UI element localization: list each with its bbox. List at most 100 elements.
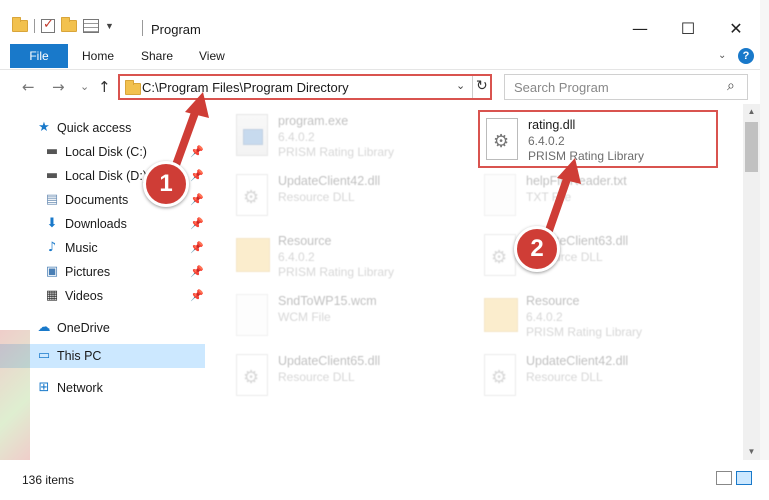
file-item-updateclient63-dll[interactable]: UpdateClient63.dll Resource DLL (478, 228, 718, 286)
file-name: program.exe (278, 114, 349, 128)
sidebar-item-onedrive[interactable]: ☁ OneDrive (0, 316, 205, 340)
sidebar-item-label: OneDrive (57, 321, 110, 335)
pin-icon[interactable]: 📌 (190, 169, 204, 182)
drive-icon: ▬ (45, 144, 59, 159)
forward-arrow-icon[interactable]: → (52, 78, 65, 96)
recent-locations-chevron-icon[interactable]: ⌄ (80, 80, 89, 93)
help-icon[interactable]: ? (738, 48, 754, 64)
address-bar[interactable]: C:\Program Files\Program Directory ⌄ ↻ (118, 74, 492, 100)
tab-view[interactable]: View (199, 49, 225, 63)
file-item-rating-dll[interactable]: rating.dll 6.4.0.2 PRISM Rating Library (478, 110, 718, 168)
customize-toolbar-chevron-down-icon[interactable]: ▼ (105, 21, 114, 31)
file-item-program-exe[interactable]: program.exe 6.4.0.2 PRISM Rating Library (230, 108, 470, 166)
status-bar: 136 items (0, 460, 769, 500)
properties-list-icon[interactable] (83, 19, 99, 33)
sidebar-item-local-disk-c[interactable]: ▬ Local Disk (C:) 📌 (0, 140, 205, 164)
pin-icon[interactable]: 📌 (190, 217, 204, 230)
file-version: 6.4.0.2 (528, 134, 565, 148)
sidebar-item-label: Downloads (65, 217, 127, 231)
back-arrow-icon[interactable]: ← (22, 78, 35, 96)
refresh-icon[interactable]: ↻ (476, 78, 488, 94)
address-path[interactable]: C:\Program Files\Program Directory (142, 80, 349, 95)
file-name: UpdateClient42.dll (278, 174, 381, 188)
pin-icon[interactable]: 📌 (190, 145, 204, 158)
large-icons-view-icon[interactable] (736, 471, 752, 485)
file-item-updateclient42-dll-2[interactable]: UpdateClient42.dll Resource DLL (478, 348, 718, 406)
file-description: PRISM Rating Library (528, 149, 645, 163)
file-item-resource-folder-2[interactable]: Resource 6.4.0.2 PRISM Rating Library (478, 288, 718, 346)
music-icon: ♪ (47, 240, 57, 255)
file-item-updateclient42-dll[interactable]: UpdateClient42.dll Resource DLL (230, 168, 470, 226)
pictures-icon: ▣ (45, 264, 59, 279)
sidebar-item-label: Documents (65, 193, 129, 207)
dll-file-icon (484, 234, 516, 276)
file-name: rating.dll (528, 118, 576, 132)
file-item-updateclient65-dll[interactable]: UpdateClient65.dll Resource DLL (230, 348, 470, 406)
ribbon-expand-chevron-icon[interactable]: ⌄ (718, 50, 726, 61)
pin-icon[interactable]: 📌 (190, 193, 204, 206)
tab-home[interactable]: Home (82, 49, 114, 63)
file-item-sndtowp15-wcm[interactable]: SndToWP15.wcm WCM File (230, 288, 470, 346)
download-icon: ⬇ (46, 216, 58, 231)
new-folder-icon[interactable] (61, 17, 77, 32)
close-button[interactable]: ✕ (716, 16, 756, 42)
sidebar-item-label: Local Disk (D:) (65, 169, 147, 183)
pin-icon[interactable]: 📌 (190, 265, 204, 278)
minimize-button[interactable]: — (620, 16, 660, 42)
window-title: Program (151, 22, 201, 37)
sidebar-item-pictures[interactable]: ▣ Pictures 📌 (0, 260, 205, 284)
details-view-icon[interactable] (716, 471, 732, 485)
file-description: PRISM Rating Library (278, 145, 395, 159)
sidebar-item-videos[interactable]: ▦ Videos 📌 (0, 284, 205, 308)
dll-file-icon (484, 354, 516, 396)
search-input[interactable]: Search Program (514, 80, 609, 95)
sidebar-item-quick-access[interactable]: ★ Quick access (0, 116, 205, 140)
file-name: helpFileReader.txt (526, 174, 627, 188)
up-arrow-icon[interactable]: ↑ (98, 78, 111, 96)
scroll-up-arrow-icon[interactable]: ▲ (743, 104, 760, 120)
pin-icon[interactable]: 📌 (190, 241, 204, 254)
sidebar-item-network[interactable]: ⊞ Network (0, 376, 205, 400)
file-name: Resource (278, 234, 332, 248)
sidebar-item-label: Network (57, 381, 103, 395)
scroll-down-arrow-icon[interactable]: ▼ (743, 444, 760, 460)
network-icon: ⊞ (38, 380, 50, 395)
sidebar-item-this-pc[interactable]: ▭ This PC (0, 344, 205, 368)
pin-icon[interactable]: 📌 (190, 289, 204, 302)
file-type: TXT File (526, 190, 572, 204)
scrollbar-thumb[interactable] (745, 122, 758, 172)
documents-icon: ▤ (45, 192, 59, 207)
folder-icon[interactable] (12, 17, 28, 32)
sidebar-item-label: Music (65, 241, 98, 255)
star-icon: ★ (38, 120, 50, 135)
sidebar-item-music[interactable]: ♪ Music 📌 (0, 236, 205, 260)
step-2-callout: 2 (514, 226, 560, 272)
computer-icon: ▭ (37, 348, 51, 363)
sidebar-item-downloads[interactable]: ⬇ Downloads 📌 (0, 212, 205, 236)
address-folder-icon (125, 80, 141, 95)
folder-icon (484, 298, 518, 332)
txt-file-icon (484, 174, 516, 216)
ribbon-tabs: File Home Share View ⌄ ? (0, 44, 769, 70)
file-item-resource-folder[interactable]: Resource 6.4.0.2 PRISM Rating Library (230, 228, 470, 286)
file-type: Resource DLL (278, 370, 355, 384)
navigation-bar: ← → ⌄ ↑ C:\Program Files\Program Directo… (0, 70, 769, 104)
vertical-scrollbar[interactable]: ▲ ▼ (743, 104, 760, 460)
file-item-helpfilereader-txt[interactable]: helpFileReader.txt TXT File (478, 168, 718, 226)
wcm-file-icon (236, 294, 268, 336)
file-version: 6.4.0.2 (526, 310, 563, 324)
search-box[interactable]: Search Program ⌕ (504, 74, 748, 100)
file-list: program.exe 6.4.0.2 PRISM Rating Library… (208, 104, 743, 460)
maximize-button[interactable]: ☐ (668, 16, 708, 42)
file-type: Resource DLL (278, 190, 355, 204)
tab-share[interactable]: Share (141, 49, 173, 63)
file-name: SndToWP15.wcm (278, 294, 377, 308)
sidebar-item-label: Pictures (65, 265, 111, 279)
sidebar-item-label: Local Disk (C:) (65, 145, 147, 159)
properties-check-icon[interactable] (41, 17, 55, 33)
search-icon[interactable]: ⌕ (727, 78, 735, 94)
tab-file[interactable]: File (10, 44, 68, 68)
item-count: 136 items (22, 473, 75, 487)
address-dropdown-chevron-icon[interactable]: ⌄ (456, 79, 465, 92)
desktop-background (0, 330, 30, 460)
